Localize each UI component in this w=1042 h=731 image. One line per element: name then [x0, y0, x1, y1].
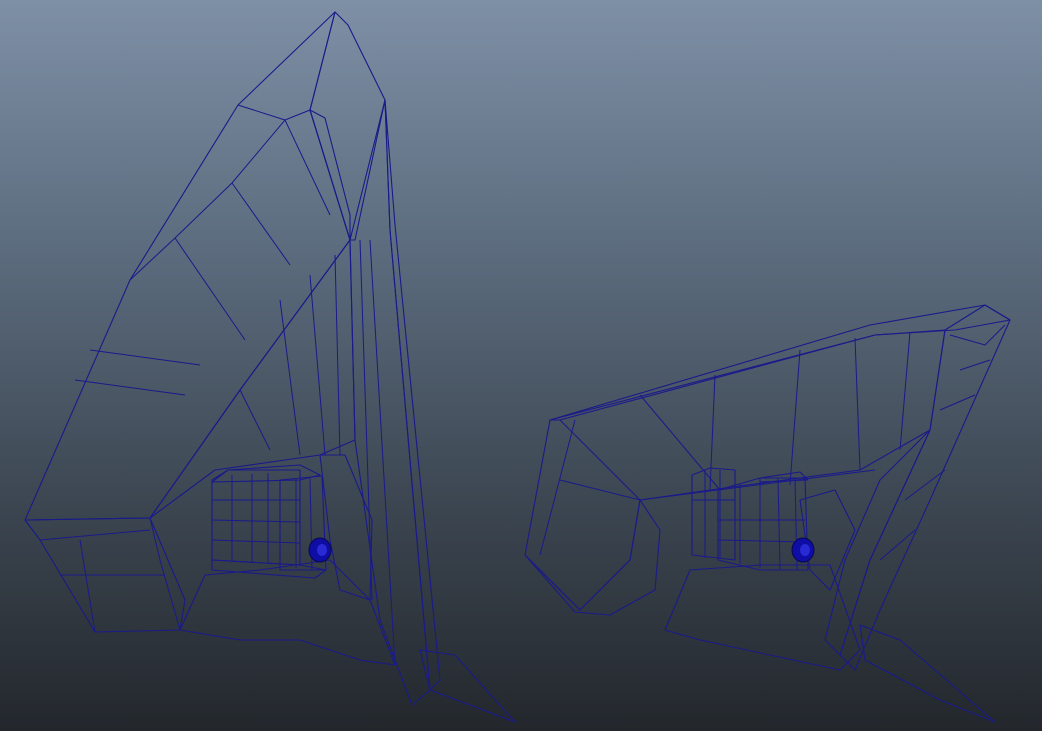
viewport-canvas [24, 11, 1011, 723]
right-top-face [549, 304, 1011, 421]
left-strut [349, 99, 431, 706]
left-wireframe-edges [39, 104, 396, 666]
wing-mesh-left[interactable] [24, 11, 516, 723]
left-hinge-assembly [211, 464, 332, 579]
right-tail-fin [859, 624, 996, 723]
left-groove [309, 109, 351, 241]
left-strut-side [384, 99, 441, 691]
right-side-wall [839, 304, 1011, 671]
right-strut [824, 429, 931, 656]
wing-mesh-right[interactable] [524, 304, 1011, 723]
right-wireframe-edges [539, 324, 1006, 561]
3d-viewport[interactable] [0, 0, 1042, 731]
left-hinge-plate [319, 454, 373, 601]
left-main-panel [24, 11, 351, 521]
right-lower-bevel [524, 499, 661, 616]
